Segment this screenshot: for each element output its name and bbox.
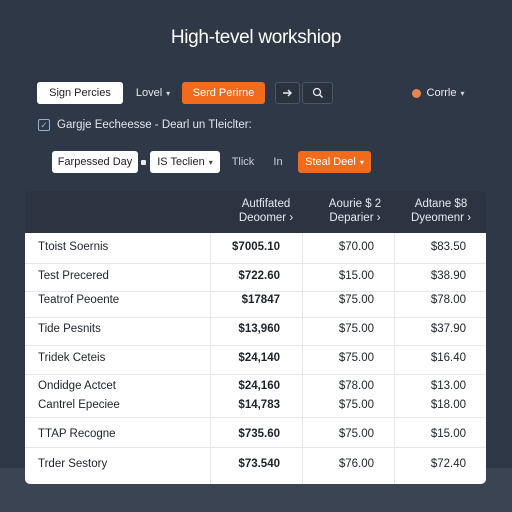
cell-value: $18.00 [430,399,466,411]
search-icon [312,87,323,98]
separator-dot [141,160,146,165]
chevron-down-icon: ▾ [208,157,213,167]
cell-value: $37.90 [430,323,466,335]
cell-value: $78.00 [430,294,466,306]
cell-value: $13.00 [430,380,466,392]
check-icon[interactable]: ✓ [38,119,50,131]
user-avatar-icon [411,88,421,98]
page-title: High-tevel workshiop [170,27,342,48]
cell-value: $16.40 [430,352,466,364]
select-dropdown-label: Steal Deel [305,156,356,168]
arrow-right-icon [282,89,292,97]
column-header[interactable]: Adtane $8 Dyeomenr › [397,197,485,225]
arrow-button[interactable] [275,82,300,104]
sign-button[interactable]: Sign Percies [37,82,123,104]
row-divider [25,447,486,448]
user-menu[interactable]: Corrle ▾ [406,82,470,104]
row-name: Trder Sestory [38,458,108,470]
cell-value: $75.00 [338,323,374,335]
column-header[interactable]: Autfifated Deoomer › [222,197,310,225]
data-table: Autfifated Deoomer › Aourie $ 2 Deparier… [25,191,486,484]
cell-value: $73.540 [238,458,280,470]
search-button[interactable] [302,82,333,104]
chevron-down-icon: ▾ [359,157,364,167]
cell-value: $38.90 [430,270,466,282]
row-name: Tide Pesnits [38,323,101,335]
row-name: TTAP Recogne [38,428,116,440]
row-divider [25,291,486,292]
cell-value: $76.00 [338,458,374,470]
cell-value: $24,160 [238,380,280,392]
cell-value: $15.00 [430,428,466,440]
table-body: Ttoist Soernis $7005.10 $70.00 $83.50 Te… [25,233,486,484]
period-button-label: Farpessed Day [57,156,133,168]
row-name: Cantrel Epeciee [38,399,120,411]
sign-button-label: Sign Percies [49,87,111,99]
filter-checkbox-label: Gargje Eecheesse - Dearl un Tleiclter: [57,119,252,131]
row-name: Ondidge Actcet [38,380,116,392]
cell-value: $24,140 [238,352,280,364]
cell-value: $83.50 [430,241,466,253]
select-dropdown[interactable]: Steal Deel ▾ [298,151,371,173]
chevron-down-icon: ▾ [166,88,171,98]
filter-checkbox-row[interactable]: ✓ Gargje Eecheesse - Dearl un Tleiclter: [38,119,252,131]
cell-value: $735.60 [238,428,280,440]
cell-value: $70.00 [338,241,374,253]
row-divider [25,417,486,418]
tick-label[interactable]: Tlick [228,151,258,173]
user-menu-label: Corrle [426,87,457,99]
cell-value: $75.00 [338,352,374,364]
row-divider [25,374,486,375]
cell-value: $14,783 [238,399,280,411]
send-button-label: Serd Perirne [192,87,255,99]
row-divider [25,345,486,346]
row-name: Tridek Ceteis [38,352,106,364]
row-name: Test Precered [38,270,109,282]
chevron-down-icon: ▾ [460,88,465,98]
column-header[interactable]: Aourie $ 2 Deparier › [311,197,399,225]
cell-value: $75.00 [338,428,374,440]
cell-value: $75.00 [338,399,374,411]
row-name: Teatrof Peoente [38,294,120,306]
cell-value: $13,960 [238,323,280,335]
send-button[interactable]: Serd Perirne [182,82,265,104]
cell-value: $75.00 [338,294,374,306]
row-name: Ttoist Soernis [38,241,109,253]
row-divider [25,263,486,264]
level-dropdown[interactable]: Lovel ▾ [131,82,175,104]
cell-value: $15.00 [338,270,374,282]
in-label-text: In [273,156,283,168]
cell-value: $78.00 [338,380,374,392]
table-header: Autfifated Deoomer › Aourie $ 2 Deparier… [25,191,486,233]
in-label: In [268,151,288,173]
cell-value: $72.40 [430,458,466,470]
section-dropdown[interactable]: IS Teclien ▾ [150,151,220,173]
section-dropdown-label: IS Teclien [157,156,205,168]
cell-value: $722.60 [238,270,280,282]
cell-value: $17847 [241,294,280,306]
tick-label-text: Tlick [231,156,255,168]
period-button[interactable]: Farpessed Day [52,151,138,173]
level-dropdown-label: Lovel [135,87,163,99]
row-divider [25,317,486,318]
cell-value: $7005.10 [232,241,280,253]
